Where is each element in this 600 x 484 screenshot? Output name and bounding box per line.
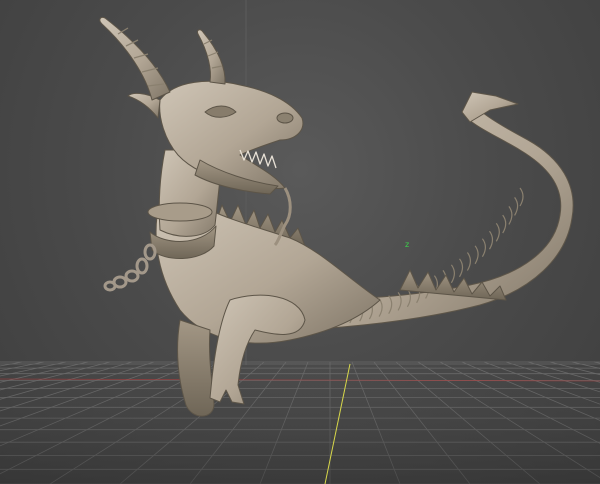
tail-scale bbox=[450, 264, 455, 284]
chain bbox=[103, 243, 157, 292]
3d-viewport[interactable]: z bbox=[0, 0, 600, 484]
tail-scale bbox=[514, 197, 519, 216]
nostril bbox=[276, 112, 294, 124]
tail-scale bbox=[519, 187, 524, 207]
tail-scale bbox=[508, 206, 513, 225]
horn-left bbox=[99, 17, 171, 101]
dragon-model[interactable] bbox=[99, 17, 574, 417]
z-axis-indicator: z bbox=[405, 240, 410, 249]
tail-scale bbox=[502, 214, 507, 234]
tail-scale bbox=[458, 258, 464, 278]
tail-scale bbox=[466, 252, 471, 271]
collar-ring bbox=[147, 202, 213, 222]
tail-scale bbox=[481, 238, 486, 258]
tail-scale bbox=[495, 222, 500, 242]
tail-scale bbox=[474, 245, 479, 265]
horn-right bbox=[197, 29, 226, 85]
viewport-canvas[interactable] bbox=[0, 0, 600, 484]
tail-scale bbox=[488, 230, 494, 250]
